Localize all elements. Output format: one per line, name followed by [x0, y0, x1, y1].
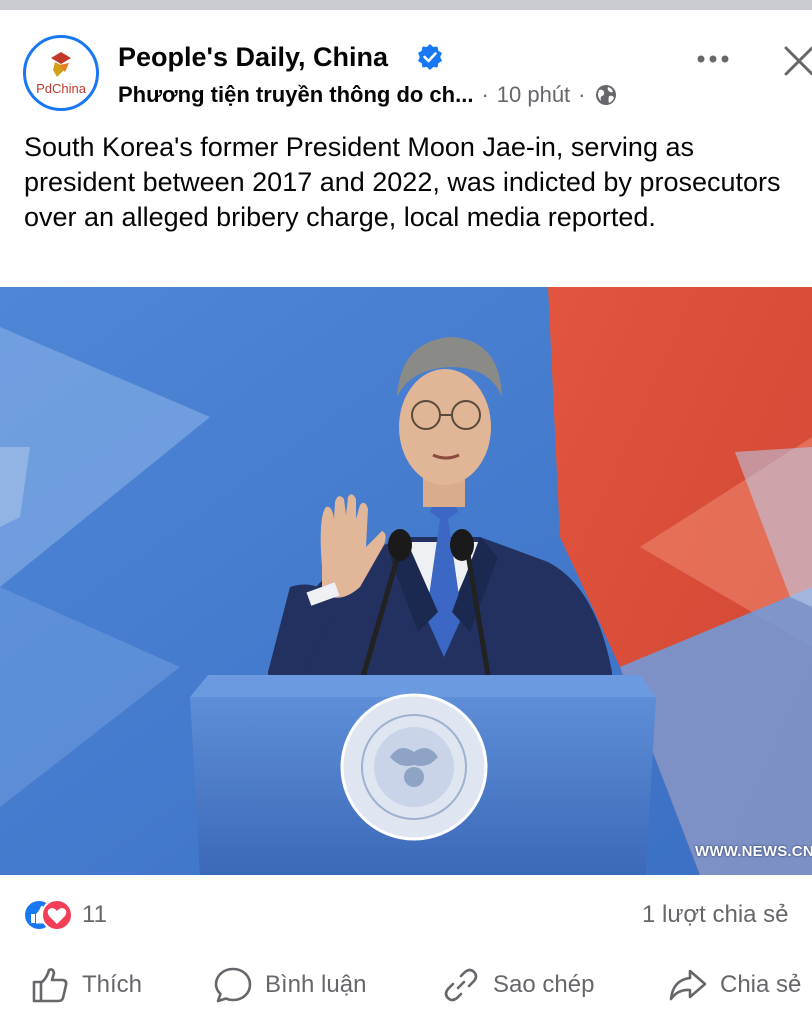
post-caption: South Korea's former President Moon Jae-…: [24, 132, 781, 232]
like-label: Thích: [82, 971, 143, 998]
post-meta: Phương tiện truyền thông do ch... · 10 p…: [118, 82, 618, 108]
meta-separator: ·: [578, 82, 586, 107]
share-count[interactable]: 1 lượt chia sẻ: [642, 901, 789, 929]
image-watermark: WWW.NEWS.CN: [695, 843, 812, 860]
comment-button[interactable]: Bình luận: [213, 960, 366, 1010]
post-time[interactable]: 10 phút: [497, 82, 570, 108]
comment-bubble-icon: [214, 967, 252, 1003]
like-reaction-icon: [23, 899, 73, 931]
link-icon: [444, 968, 478, 1002]
comment-label: Bình luận: [265, 971, 367, 998]
share-arrow-icon: [669, 969, 707, 1001]
globe-icon: [595, 85, 616, 105]
share-button[interactable]: Chia sẻ: [668, 960, 801, 1010]
more-options-icon: [697, 55, 729, 63]
share-label: Chia sẻ: [720, 971, 802, 998]
more-options-button[interactable]: [690, 44, 736, 74]
president-speech-photo: [0, 287, 812, 875]
close-button[interactable]: [772, 34, 812, 84]
page-avatar[interactable]: PdChina: [23, 35, 99, 111]
post-header: PdChina People's Daily, China Phương tiệ…: [0, 10, 812, 120]
thumbs-up-icon: [32, 968, 68, 1003]
copy-link-button[interactable]: Sao chép: [441, 960, 594, 1010]
like-button[interactable]: Thích: [30, 960, 142, 1010]
close-icon: [784, 46, 812, 76]
avatar-label: PdChina: [36, 81, 86, 96]
post-image[interactable]: [0, 287, 812, 875]
bottom-spacer: [0, 1016, 812, 1024]
page-name[interactable]: People's Daily, China: [118, 42, 388, 73]
page-category[interactable]: Phương tiện truyền thông do ch...: [118, 82, 473, 108]
reaction-summary[interactable]: 11: [22, 897, 107, 933]
reaction-count: 11: [82, 901, 107, 928]
pdchina-logo-icon: [51, 52, 71, 77]
meta-separator: ·: [481, 82, 489, 107]
verified-badge-icon: [418, 44, 442, 70]
post-action-bar: Thích Bình luận Sao chép Chia sẻ: [0, 960, 812, 1010]
feed-divider: [0, 0, 812, 10]
copy-label: Sao chép: [493, 971, 595, 998]
